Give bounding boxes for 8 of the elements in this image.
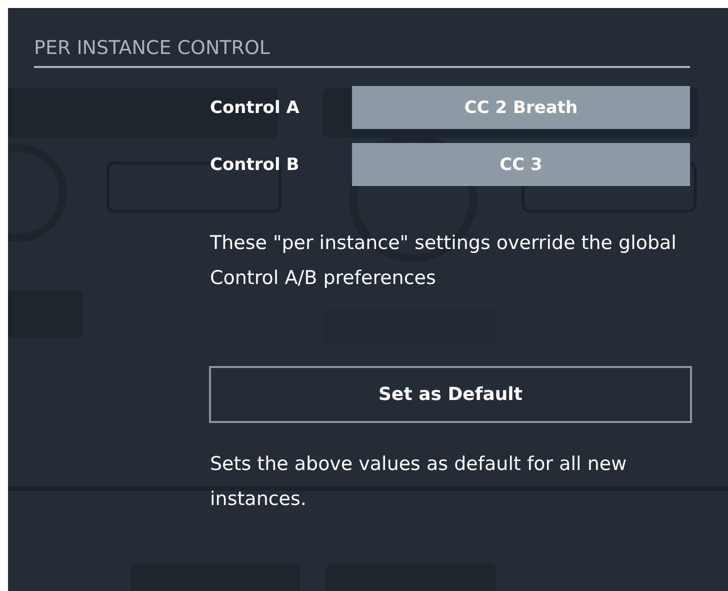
info-text: These "per instance" settings override the global Control A/B preferences: [210, 231, 678, 291]
panel-title: PER INSTANCE CONTROL: [34, 36, 272, 61]
info-text: Sets the above values as default for all new instances.: [210, 452, 628, 512]
control-label: Control B: [210, 154, 300, 174]
set-default-button[interactable]: Set as Default: [209, 366, 692, 423]
control-dropdown[interactable]: CC 2 Breath: [352, 86, 690, 129]
control-dropdown[interactable]: CC 3: [352, 143, 690, 186]
control-label: Control A: [210, 98, 300, 118]
